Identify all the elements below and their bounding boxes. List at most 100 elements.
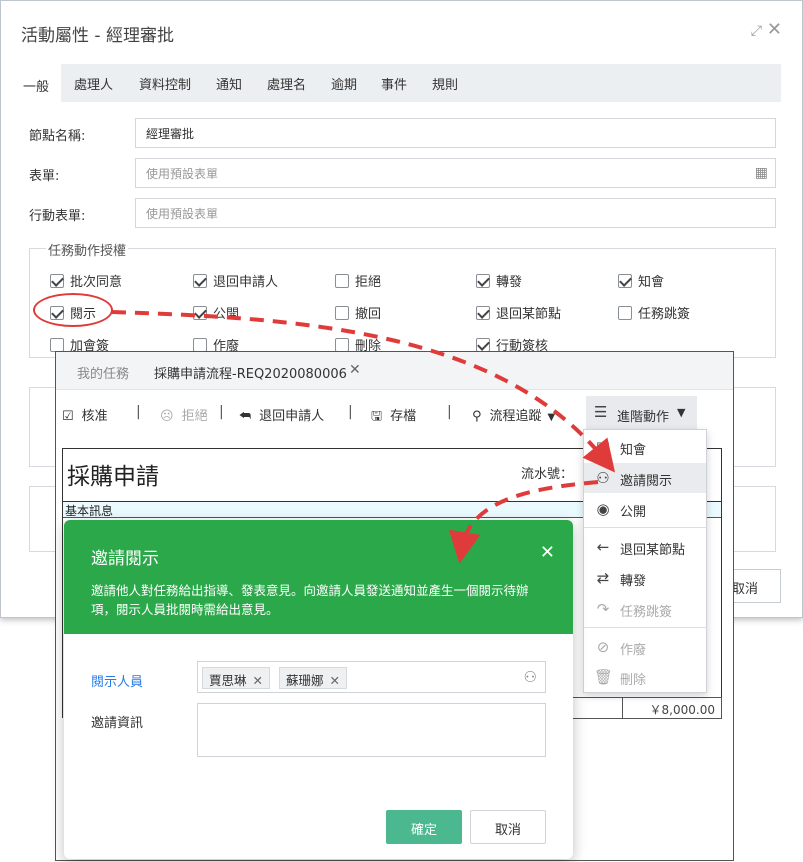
- checkbox[interactable]: [618, 306, 632, 320]
- action-form-row: 行動表單: 使用預設表單: [29, 198, 776, 228]
- menu-item-void[interactable]: ⊘ 作廢: [584, 632, 706, 662]
- menu-item-label: 退回某節點: [620, 543, 686, 558]
- tab-purchase-request[interactable]: 採購申請流程-REQ2020080006: [154, 363, 347, 382]
- toolbar-separator: |: [348, 404, 353, 420]
- tab-data-control[interactable]: 資料控制: [139, 74, 191, 93]
- toolbar-separator: |: [447, 404, 452, 420]
- serial-number-label: 流水號：: [521, 467, 574, 482]
- approve-label: 核准: [81, 409, 108, 424]
- reject-button[interactable]: ☹ 拒絕: [160, 405, 208, 424]
- checkbox[interactable]: [193, 338, 207, 352]
- confirm-button[interactable]: 確定: [386, 810, 462, 844]
- checkbox-label: 拒絕: [355, 275, 382, 290]
- menu-divider: [584, 527, 706, 528]
- checkbox-label: 公開: [213, 307, 240, 322]
- perm-forward[interactable]: 轉發: [476, 271, 522, 290]
- invite-info-textarea[interactable]: [197, 703, 546, 757]
- tab-handler-name[interactable]: 處理名: [267, 74, 306, 93]
- return-applicant-button[interactable]: ⮪ 退回申請人: [239, 405, 324, 424]
- tab-notify[interactable]: 通知: [216, 74, 242, 93]
- modal-description: 邀請他人對任務給出指導、發表意見。向邀請人員發送通知並產生一個閱示待辦項，閱示人…: [91, 583, 529, 617]
- checkbox[interactable]: [50, 338, 64, 352]
- form-row: 表單: 使用預設表單 ▦: [29, 158, 776, 188]
- perm-batch-approve[interactable]: 批次同意: [50, 271, 122, 290]
- form-label: 表單:: [29, 169, 60, 184]
- checkbox[interactable]: [335, 306, 349, 320]
- advanced-actions-menu: ▣ 知會 ⚇ 邀請閱示 ◉ 公開 ← 退回某節點 ⇄ 轉發 ↷ 任務跳簽 ⊘ 作…: [583, 429, 707, 693]
- void-icon: ⊘: [596, 638, 610, 656]
- reviewer-chip: 賈思琳 ✕: [202, 667, 270, 689]
- transfer-icon: ⇄: [596, 569, 610, 587]
- tab-general[interactable]: 一般: [11, 64, 62, 102]
- invite-user-icon: ⚇: [596, 469, 610, 487]
- check-square-icon: ☑: [62, 409, 74, 424]
- checkbox[interactable]: [476, 338, 490, 352]
- menu-item-notify[interactable]: ▣ 知會: [584, 432, 706, 462]
- perm-skip[interactable]: 任務跳簽: [618, 303, 690, 322]
- reviewer-name: 蘇珊娜: [286, 673, 324, 688]
- checkbox[interactable]: [193, 274, 207, 288]
- checkbox[interactable]: [476, 306, 490, 320]
- perm-return-node[interactable]: 退回某節點: [476, 303, 561, 322]
- save-button[interactable]: 🖫 存檔: [371, 405, 416, 429]
- action-form-input[interactable]: 使用預設表單: [135, 198, 776, 228]
- dialog-title: 活動屬性 - 經理審批: [21, 26, 174, 46]
- close-icon[interactable]: ✕: [349, 362, 361, 378]
- remove-icon[interactable]: ✕: [253, 673, 263, 688]
- checkbox[interactable]: [335, 338, 349, 352]
- close-icon[interactable]: ✕: [767, 19, 782, 40]
- expand-icon[interactable]: ⤢: [751, 23, 762, 39]
- node-name-input[interactable]: 經理審批: [135, 118, 776, 148]
- reviewer-name: 賈思琳: [209, 673, 247, 688]
- menu-item-invite-review[interactable]: ⚇ 邀請閱示: [584, 463, 706, 493]
- tab-handler[interactable]: 處理人: [74, 74, 113, 93]
- reviewer-label: 閱示人員: [91, 675, 144, 690]
- close-icon[interactable]: ✕: [540, 542, 555, 563]
- tab-events[interactable]: 事件: [381, 74, 407, 93]
- cancel-button[interactable]: 取消: [470, 810, 546, 844]
- save-label: 存檔: [390, 409, 417, 424]
- grid-icon[interactable]: ▦: [755, 165, 768, 181]
- checkbox[interactable]: [193, 306, 207, 320]
- total-amount-cell: ￥8,000.00: [622, 697, 722, 719]
- checkbox[interactable]: [335, 274, 349, 288]
- menu-item-return-node[interactable]: ← 退回某節點: [584, 532, 706, 562]
- reviewer-picker[interactable]: 賈思琳 ✕ 蘇珊娜 ✕ ⚇: [197, 661, 546, 693]
- menu-item-label: 邀請閱示: [620, 474, 673, 489]
- tab-my-tasks[interactable]: 我的任務: [77, 363, 129, 382]
- invite-review-modal: 邀請閱示 ✕ 邀請他人對任務給出指導、發表意見。向邀請人員發送通知並產生一個閱示…: [64, 520, 573, 859]
- return-applicant-label: 退回申請人: [259, 409, 325, 424]
- advanced-actions-button[interactable]: ☰ 進階動作 ▼: [586, 396, 697, 430]
- perm-public[interactable]: 公開: [193, 303, 239, 322]
- form-input[interactable]: 使用預設表單: [135, 158, 776, 188]
- checkbox-label: 知會: [638, 275, 665, 290]
- perm-reject[interactable]: 拒絕: [335, 271, 381, 290]
- action-form-label: 行動表單:: [29, 209, 86, 224]
- approve-button[interactable]: ☑ 核准: [62, 405, 108, 424]
- user-icon[interactable]: ⚇: [524, 668, 537, 686]
- frown-icon: ☹: [160, 409, 174, 424]
- checkbox[interactable]: [618, 274, 632, 288]
- tab-overdue[interactable]: 逾期: [331, 74, 357, 93]
- flow-trace-button[interactable]: ⚲ 流程追蹤 ▼: [472, 405, 555, 424]
- menu-item-label: 知會: [620, 443, 647, 458]
- perm-withdraw[interactable]: 撤回: [335, 303, 381, 322]
- perm-return-applicant[interactable]: 退回申請人: [193, 271, 278, 290]
- checkbox-label: 任務跳簽: [638, 307, 691, 322]
- menu-lines-icon: ☰: [594, 403, 608, 421]
- menu-item-skip[interactable]: ↷ 任務跳簽: [584, 594, 706, 624]
- perm-notify[interactable]: 知會: [618, 271, 664, 290]
- menu-item-label: 作廢: [620, 643, 647, 658]
- menu-item-delete[interactable]: 🗑 刪除: [584, 662, 706, 692]
- remove-icon[interactable]: ✕: [330, 673, 340, 688]
- dialog-tab-bar: 一般 處理人 資料控制 通知 處理名 逾期 事件 規則: [11, 64, 781, 102]
- highlight-ellipse: [33, 293, 113, 327]
- menu-item-forward[interactable]: ⇄ 轉發: [584, 563, 706, 593]
- checkbox[interactable]: [476, 274, 490, 288]
- flow-trace-label: 流程追蹤: [489, 409, 542, 424]
- checkbox[interactable]: [50, 274, 64, 288]
- arrow-left-icon: ←: [596, 538, 610, 556]
- tab-rules[interactable]: 規則: [432, 74, 458, 93]
- toolbar-separator: |: [219, 404, 224, 420]
- menu-item-public[interactable]: ◉ 公開: [584, 494, 706, 524]
